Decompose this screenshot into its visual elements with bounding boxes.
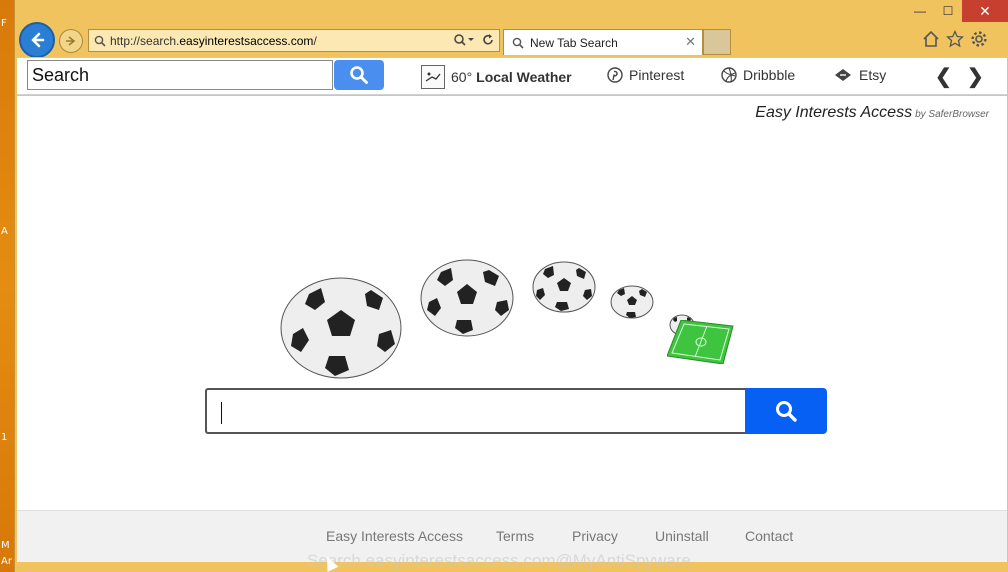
search-dropdown-icon[interactable] [453,33,475,47]
url-domain: easyinterestsaccess.com [179,33,314,48]
url-suffix: / [313,33,317,48]
dribbble-icon [721,67,737,83]
pinterest-label: Pinterest [629,67,685,83]
browser-tab[interactable]: New Tab Search ✕ [503,29,703,55]
forward-arrow-icon [66,36,76,46]
browser-tools [922,30,988,48]
soccer-ball-icon [280,277,402,379]
desktop-icon-label: F [1,18,7,29]
extension-toolbar: 60° Local Weather Pinterest Dribbble Ets… [17,57,1007,95]
brand-byline: by SaferBrowser [915,109,989,120]
soccer-field-icon [667,320,734,364]
home-icon[interactable] [922,30,940,48]
address-bar-icons [453,33,495,47]
desktop-icon-label: M [1,540,10,551]
brand-name: Easy Interests Access [755,104,913,121]
tab-close-icon[interactable]: ✕ [685,34,696,50]
footer-link-privacy[interactable]: Privacy [572,528,618,544]
search-icon [94,35,106,47]
soccer-ball-icon [610,285,654,319]
back-arrow-icon [31,32,45,48]
etsy-label: Etsy [859,67,887,83]
new-tab-button[interactable] [703,29,731,55]
footer-link-terms[interactable]: Terms [496,528,534,544]
desktop-icon-label: 1 [1,432,8,443]
settings-gear-icon[interactable] [970,30,988,48]
page-content: Easy Interests Access by SaferBrowser [17,96,1007,510]
url-text: http://search.easyinterestsaccess.com/ [110,34,317,48]
search-icon [512,37,524,49]
etsy-icon [835,69,851,81]
soccer-ball-icon [532,261,596,313]
address-bar[interactable]: http://search.easyinterestsaccess.com/ [88,29,500,52]
footer-link-easy-interests-access[interactable]: Easy Interests Access [326,528,463,544]
weather-temp: 60° [451,69,473,85]
forward-button[interactable] [59,29,83,53]
toolbar-prev-arrow-icon[interactable]: ❮ [935,64,952,89]
footer-link-contact[interactable]: Contact [745,528,793,544]
etsy-link[interactable]: Etsy [833,67,886,83]
minimize-button[interactable]: — [906,0,934,22]
navigation-bar: http://search.easyinterestsaccess.com/ N… [15,22,1008,58]
search-icon [350,66,368,84]
window-controls: — ☐ ✕ [906,0,1008,26]
browser-window: — ☐ ✕ http://search.easyinterestsaccess.… [14,0,1008,572]
close-window-button[interactable]: ✕ [962,0,1008,22]
toolbar-search-button[interactable] [334,60,384,90]
pinterest-icon [607,67,623,83]
main-search-box [205,388,827,434]
tab-title: New Tab Search [530,35,618,50]
toolbar-next-arrow-icon[interactable]: ❯ [967,64,984,89]
main-search-input[interactable] [205,388,745,434]
refresh-icon[interactable] [481,33,495,47]
maximize-button[interactable]: ☐ [934,0,962,22]
toolbar-search-input[interactable] [27,60,333,90]
weather-link[interactable]: 60° Local Weather [421,65,572,89]
pinterest-link[interactable]: Pinterest [607,67,684,83]
brand-logo: Easy Interests Access by SaferBrowser [755,104,989,122]
watermark-text: Search.easyinterestsaccess.com@MyAntiSpy… [307,551,691,570]
desktop-icon-label: A [1,226,8,237]
weather-label: Local Weather [476,69,572,85]
url-prefix: http://search. [110,33,180,48]
dribbble-link[interactable]: Dribbble [721,67,795,83]
page-footer: Easy Interests Access Terms Privacy Unin… [17,510,1007,570]
footer-link-uninstall[interactable]: Uninstall [655,528,709,544]
soccer-balls-illustration [277,248,734,388]
search-icon [776,401,797,422]
weather-icon [421,65,445,89]
main-search-button[interactable] [745,388,827,434]
text-caret [221,402,222,424]
dribbble-label: Dribbble [743,67,796,83]
favorites-star-icon[interactable] [946,30,964,48]
soccer-ball-icon [420,259,514,337]
desktop-icon-label: Ar [1,556,12,567]
back-button[interactable] [19,22,55,58]
